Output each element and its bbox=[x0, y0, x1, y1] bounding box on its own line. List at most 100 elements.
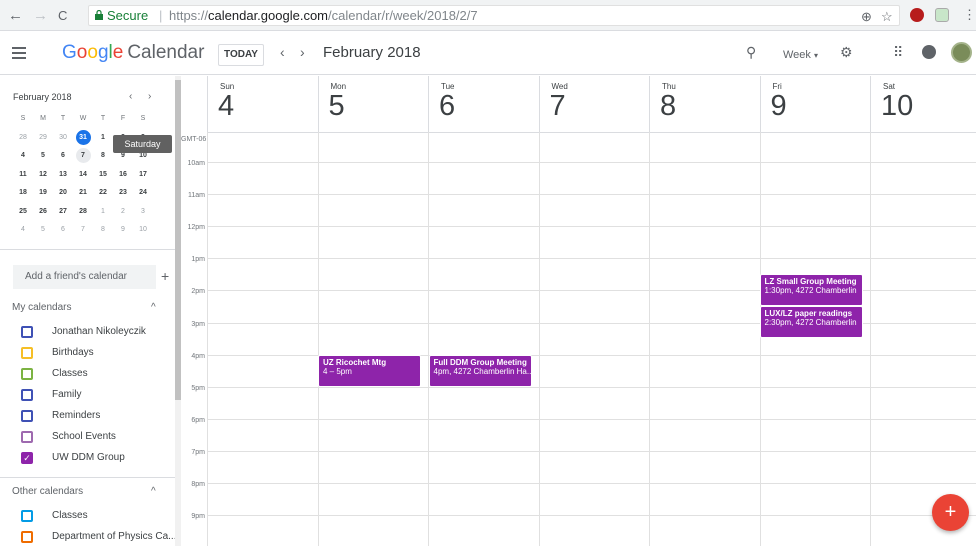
next-week-icon[interactable]: › bbox=[300, 44, 305, 60]
day-header-sat[interactable]: Sat 10 bbox=[870, 76, 976, 132]
add-calendar-plus-icon[interactable]: + bbox=[161, 268, 169, 284]
apps-grid-icon[interactable]: ⠿ bbox=[893, 44, 903, 61]
mini-day[interactable]: 9 bbox=[113, 221, 133, 240]
mini-day[interactable]: 1 bbox=[93, 129, 113, 148]
mini-day[interactable]: 15 bbox=[93, 166, 113, 185]
day-header-mon[interactable]: Mon 5 bbox=[317, 76, 429, 132]
event-lux-lz-paper[interactable]: LUX/LZ paper readings 2:30pm, 4272 Chamb… bbox=[759, 306, 863, 338]
add-friend-calendar-input[interactable]: Add a friend's calendar bbox=[13, 265, 156, 289]
calendar-item-uw-ddm-group[interactable]: ✓ UW DDM Group bbox=[0, 448, 175, 469]
mini-day[interactable]: 17 bbox=[133, 166, 153, 185]
day-header-fri[interactable]: Fri 9 bbox=[759, 76, 871, 132]
forward-icon[interactable]: → bbox=[33, 7, 48, 24]
mini-day-selected[interactable]: 7 bbox=[73, 147, 93, 166]
calendar-label: Jonathan Nikoleyczik bbox=[52, 326, 146, 337]
day-number: 9 bbox=[770, 90, 787, 122]
mini-day[interactable]: 19 bbox=[33, 184, 53, 203]
create-event-button[interactable]: + bbox=[932, 494, 969, 531]
day-header-sun[interactable]: Sun 4 bbox=[207, 76, 318, 132]
day-header-thu[interactable]: Thu 8 bbox=[649, 76, 760, 132]
calendar-checkbox-checked[interactable]: ✓ bbox=[21, 452, 33, 464]
mini-next-month-icon[interactable]: › bbox=[148, 91, 151, 102]
calendar-checkbox[interactable] bbox=[21, 368, 33, 380]
main-menu-icon[interactable] bbox=[12, 47, 26, 62]
mini-day[interactable]: 11 bbox=[13, 166, 33, 185]
calendar-checkbox[interactable] bbox=[21, 510, 33, 522]
mini-day[interactable]: 16 bbox=[113, 166, 133, 185]
mini-day[interactable]: 2 bbox=[113, 203, 133, 222]
chevron-up-icon[interactable]: ^ bbox=[151, 486, 156, 497]
reload-icon[interactable]: C bbox=[58, 8, 67, 23]
mini-day[interactable]: 25 bbox=[13, 203, 33, 222]
calendar-checkbox[interactable] bbox=[21, 326, 33, 338]
mini-day[interactable]: 27 bbox=[53, 203, 73, 222]
mini-day[interactable]: 14 bbox=[73, 166, 93, 185]
mini-day[interactable]: 7 bbox=[73, 221, 93, 240]
calendar-item-reminders[interactable]: Reminders bbox=[0, 406, 175, 427]
calendar-item-family[interactable]: Family bbox=[0, 385, 175, 406]
mini-day[interactable]: 23 bbox=[113, 184, 133, 203]
mini-day[interactable]: 20 bbox=[53, 184, 73, 203]
mini-day[interactable]: 4 bbox=[13, 221, 33, 240]
mini-day[interactable]: 5 bbox=[33, 221, 53, 240]
mini-day[interactable]: 5 bbox=[33, 147, 53, 166]
mini-day[interactable]: 18 bbox=[13, 184, 33, 203]
browser-menu-icon[interactable]: ⋮ bbox=[963, 7, 976, 23]
mini-weekday: S bbox=[140, 115, 146, 122]
settings-icon[interactable]: ⚙ bbox=[840, 44, 853, 61]
avatar[interactable] bbox=[951, 42, 972, 63]
mini-day[interactable]: 10 bbox=[133, 221, 153, 240]
mini-day[interactable]: 29 bbox=[33, 129, 53, 148]
calendar-checkbox[interactable] bbox=[21, 347, 33, 359]
extension-icon[interactable] bbox=[935, 8, 949, 22]
previous-week-icon[interactable]: ‹ bbox=[280, 44, 285, 60]
account-icon[interactable] bbox=[922, 45, 936, 59]
mini-day[interactable]: 8 bbox=[93, 147, 113, 166]
mini-day[interactable]: 6 bbox=[53, 147, 73, 166]
event-full-ddm[interactable]: Full DDM Group Meeting 4pm, 4272 Chamber… bbox=[428, 355, 532, 387]
mini-day[interactable]: 30 bbox=[53, 129, 73, 148]
calendar-item-jonathan[interactable]: Jonathan Nikoleyczik bbox=[0, 322, 175, 343]
my-calendars-title[interactable]: My calendars bbox=[12, 302, 71, 313]
calendar-item-other-classes[interactable]: Classes bbox=[0, 506, 175, 527]
calendar-item-birthdays[interactable]: Birthdays bbox=[0, 343, 175, 364]
day-header-tue[interactable]: Tue 6 bbox=[428, 76, 539, 132]
mini-prev-month-icon[interactable]: ‹ bbox=[129, 91, 132, 102]
mini-day[interactable]: 24 bbox=[133, 184, 153, 203]
search-icon[interactable]: ⚲ bbox=[746, 44, 756, 61]
mini-day[interactable]: 12 bbox=[33, 166, 53, 185]
mini-day[interactable]: 3 bbox=[133, 203, 153, 222]
mini-day[interactable]: 22 bbox=[93, 184, 113, 203]
zoom-icon[interactable]: ⊕ bbox=[861, 7, 872, 26]
back-icon[interactable]: ← bbox=[8, 7, 23, 24]
event-lz-small-group[interactable]: LZ Small Group Meeting 1:30pm, 4272 Cham… bbox=[759, 274, 863, 306]
calendar-checkbox[interactable] bbox=[21, 531, 33, 543]
google-calendar-logo[interactable]: Google Calendar bbox=[62, 42, 204, 64]
today-button[interactable]: TODAY bbox=[218, 44, 264, 66]
event-uz-ricochet[interactable]: UZ Ricochet Mtg 4 – 5pm bbox=[318, 355, 421, 387]
calendar-checkbox[interactable] bbox=[21, 389, 33, 401]
mini-day[interactable]: 28 bbox=[73, 203, 93, 222]
calendar-checkbox[interactable] bbox=[21, 410, 33, 422]
mini-day-today[interactable]: 31 bbox=[73, 129, 93, 148]
mini-day[interactable]: 21 bbox=[73, 184, 93, 203]
mini-day[interactable]: 28 bbox=[13, 129, 33, 148]
mini-day[interactable]: 1 bbox=[93, 203, 113, 222]
other-calendars-title[interactable]: Other calendars bbox=[12, 486, 83, 497]
mini-day[interactable]: 8 bbox=[93, 221, 113, 240]
hour-label: 4pm bbox=[191, 353, 205, 360]
view-selector[interactable]: Week ▾ bbox=[776, 44, 826, 66]
chevron-up-icon[interactable]: ^ bbox=[151, 302, 156, 313]
calendar-item-classes[interactable]: Classes bbox=[0, 364, 175, 385]
ublock-extension-icon[interactable] bbox=[910, 8, 924, 22]
bookmark-star-icon[interactable]: ☆ bbox=[881, 7, 893, 26]
mini-day[interactable]: 13 bbox=[53, 166, 73, 185]
address-bar[interactable]: Secure | https://calendar.google.com/cal… bbox=[88, 5, 900, 26]
mini-day[interactable]: 6 bbox=[53, 221, 73, 240]
mini-day[interactable]: 26 bbox=[33, 203, 53, 222]
mini-day[interactable]: 4 bbox=[13, 147, 33, 166]
calendar-checkbox[interactable] bbox=[21, 431, 33, 443]
calendar-item-school-events[interactable]: School Events bbox=[0, 427, 175, 448]
calendar-item-physics[interactable]: Department of Physics Ca... bbox=[0, 527, 177, 546]
day-header-wed[interactable]: Wed 7 bbox=[538, 76, 650, 132]
